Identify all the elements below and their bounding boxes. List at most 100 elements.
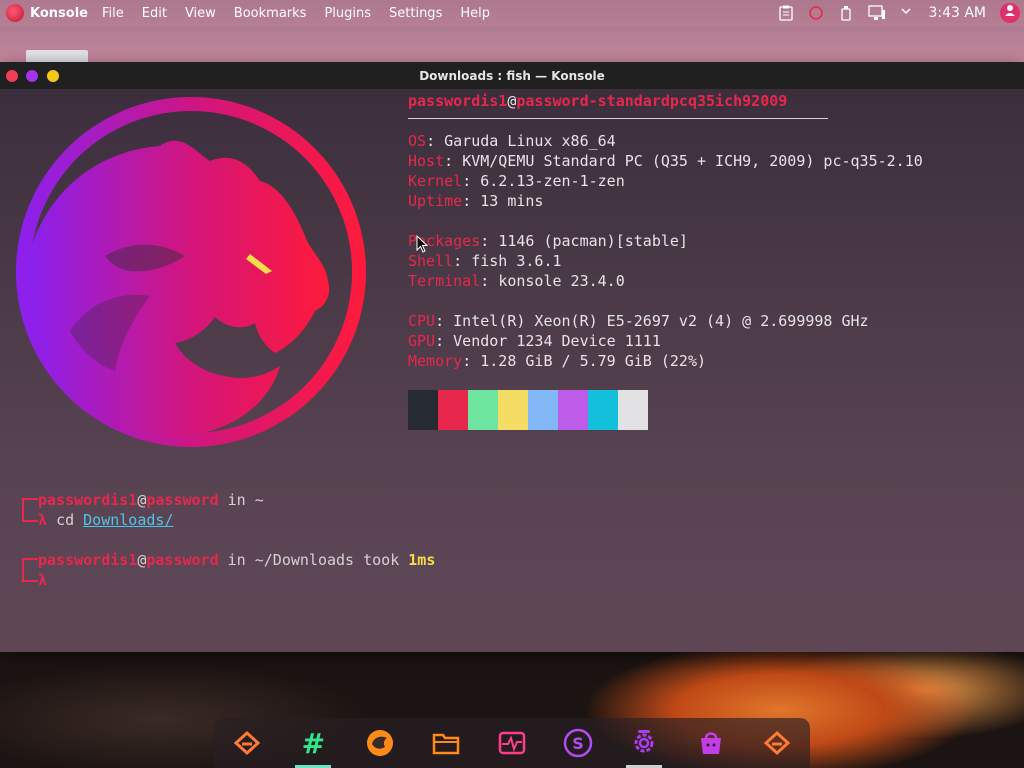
clock[interactable]: 3:43 AM bbox=[928, 5, 986, 21]
top-menubar: Konsole File Edit View Bookmarks Plugins… bbox=[0, 0, 1024, 26]
prompt-bracket bbox=[22, 498, 38, 522]
fetch-value: Intel(R) Xeon(R) E5-2697 v2 (4) @ 2.6999… bbox=[453, 312, 869, 330]
fetch-sep: : bbox=[453, 252, 472, 270]
prompt-in: in bbox=[218, 551, 255, 569]
palette-swatch-4 bbox=[528, 390, 558, 430]
garuda-dragon-logo-icon bbox=[15, 97, 366, 447]
dock-item-settings[interactable] bbox=[616, 718, 672, 768]
fetch-user-host: passwordis1@password-standardpcq35ich920… bbox=[408, 91, 787, 111]
fetch-key: Shell bbox=[408, 252, 454, 270]
fetch-value: Vendor 1234 Device 1111 bbox=[453, 332, 661, 350]
window-title: Downloads : fish — Konsole bbox=[419, 68, 605, 83]
fetch-key: OS bbox=[408, 132, 427, 150]
prompt-took: took bbox=[354, 551, 409, 569]
garuda-logo-icon[interactable] bbox=[6, 4, 24, 22]
palette-swatch-5 bbox=[558, 390, 588, 430]
fetch-separator bbox=[408, 118, 828, 119]
system-monitor-icon bbox=[498, 731, 526, 755]
dock-item-software-store[interactable]: S bbox=[550, 718, 606, 768]
notification-icon[interactable] bbox=[808, 5, 824, 21]
fetch-sep: : bbox=[480, 272, 499, 290]
prompt-lambda: λ bbox=[38, 571, 48, 589]
menu-settings[interactable]: Settings bbox=[389, 6, 442, 21]
prompt-dir: ~ bbox=[254, 491, 264, 509]
shopping-bag-icon bbox=[700, 732, 721, 754]
prompt-host: password bbox=[146, 551, 219, 569]
palette-swatch-3 bbox=[498, 390, 528, 430]
network-icon[interactable] bbox=[868, 5, 886, 21]
prompt-lambda: λ bbox=[38, 511, 48, 529]
fetch-key: Memory bbox=[408, 352, 463, 370]
menu-view[interactable]: View bbox=[185, 6, 216, 21]
fetch-os: OS: Garuda Linux x86_64 bbox=[408, 131, 616, 151]
minimize-button[interactable] bbox=[26, 70, 38, 82]
dock-item-garuda-dragon[interactable] bbox=[352, 718, 408, 768]
active-app-name[interactable]: Konsole bbox=[30, 6, 88, 21]
color-palette bbox=[408, 390, 648, 430]
palette-swatch-1 bbox=[438, 390, 468, 430]
fetch-gpu: GPU: Vendor 1234 Device 1111 bbox=[408, 331, 661, 351]
prompt-dir: ~/Downloads bbox=[254, 551, 355, 569]
fetch-terminal: Terminal: konsole 23.4.0 bbox=[408, 271, 625, 291]
fetch-shell: Shell: fish 3.6.1 bbox=[408, 251, 562, 271]
command-line-2[interactable]: λ bbox=[38, 570, 47, 590]
clipboard-icon[interactable] bbox=[778, 5, 794, 21]
desktop-window-thumbnail[interactable] bbox=[26, 50, 88, 62]
fetch-value: konsole 23.4.0 bbox=[498, 272, 625, 290]
dock-item-files[interactable] bbox=[418, 718, 474, 768]
fetch-cpu: CPU: Intel(R) Xeon(R) E5-2697 v2 (4) @ 2… bbox=[408, 311, 869, 331]
user-avatar[interactable] bbox=[1000, 3, 1020, 23]
prompt-bracket bbox=[22, 558, 38, 582]
fetch-value: 1146 (pacman)[stable] bbox=[498, 232, 688, 250]
fetch-value: KVM/QEMU Standard PC (Q35 + ICH9, 2009) … bbox=[462, 152, 923, 170]
dock: # S bbox=[214, 718, 810, 768]
terminal-area[interactable]: passwordis1@password-standardpcq35ich920… bbox=[4, 89, 1020, 651]
dock-item-system-monitor[interactable] bbox=[484, 718, 540, 768]
fetch-memory: Memory: 1.28 GiB / 5.79 GiB (22%) bbox=[408, 351, 706, 371]
garuda-dragon-icon bbox=[366, 730, 393, 756]
command-text: cd bbox=[56, 511, 84, 529]
menu-plugins[interactable]: Plugins bbox=[324, 6, 371, 21]
mouse-pointer-icon bbox=[416, 235, 428, 253]
fetch-value: fish 3.6.1 bbox=[471, 252, 562, 270]
fetch-user: passwordis1 bbox=[408, 92, 508, 110]
palette-swatch-7 bbox=[618, 390, 648, 430]
close-button[interactable] bbox=[6, 70, 18, 82]
usb-icon[interactable] bbox=[838, 5, 854, 21]
chevron-down-icon[interactable] bbox=[898, 5, 914, 21]
fetch-sep: : bbox=[435, 312, 454, 330]
menu-help[interactable]: Help bbox=[460, 6, 490, 21]
fetch-value: 13 mins bbox=[480, 192, 544, 210]
fetch-key: CPU bbox=[408, 312, 436, 330]
fetch-kernel: Kernel: 6.2.13-zen-1-zen bbox=[408, 171, 625, 191]
svg-text:S: S bbox=[572, 734, 584, 753]
folder-icon bbox=[432, 733, 460, 755]
fetch-sep: : bbox=[462, 352, 481, 370]
menu-bookmarks[interactable]: Bookmarks bbox=[234, 6, 307, 21]
menu-file[interactable]: File bbox=[102, 6, 124, 21]
konsole-window: Downloads : fish — Konsole passwordis1@p… bbox=[0, 62, 1024, 652]
system-tray: 3:43 AM bbox=[778, 0, 1024, 26]
command-line-1: λ cd Downloads/ bbox=[38, 510, 173, 530]
prompt-host: password bbox=[146, 491, 219, 509]
fetch-value: 1.28 GiB / 5.79 GiB (22%) bbox=[480, 352, 707, 370]
fetch-host: password-standardpcq35ich92009 bbox=[516, 92, 788, 110]
prompt-user: passwordis1 bbox=[38, 491, 138, 509]
palette-swatch-0 bbox=[408, 390, 438, 430]
menu-edit[interactable]: Edit bbox=[142, 6, 167, 21]
window-titlebar[interactable]: Downloads : fish — Konsole bbox=[0, 62, 1024, 89]
software-store-icon: S bbox=[563, 728, 593, 758]
maximize-button[interactable] bbox=[47, 70, 59, 82]
command-arg[interactable]: Downloads/ bbox=[83, 511, 173, 529]
dock-item-garuda-welcome[interactable] bbox=[219, 718, 275, 768]
fetch-sep: : bbox=[462, 192, 481, 210]
dock-item-hashtag[interactable]: # bbox=[285, 718, 341, 768]
dock-item-shopping[interactable] bbox=[683, 718, 739, 768]
fetch-value: 6.2.13-zen-1-zen bbox=[480, 172, 625, 190]
dock-item-garuda-assistant[interactable] bbox=[749, 718, 805, 768]
fetch-value: Garuda Linux x86_64 bbox=[444, 132, 616, 150]
prompt-line-1: passwordis1@password in ~ bbox=[38, 490, 264, 510]
fetch-sep: : bbox=[426, 132, 445, 150]
fetch-sep: : bbox=[444, 152, 463, 170]
fetch-key: Terminal bbox=[408, 272, 481, 290]
